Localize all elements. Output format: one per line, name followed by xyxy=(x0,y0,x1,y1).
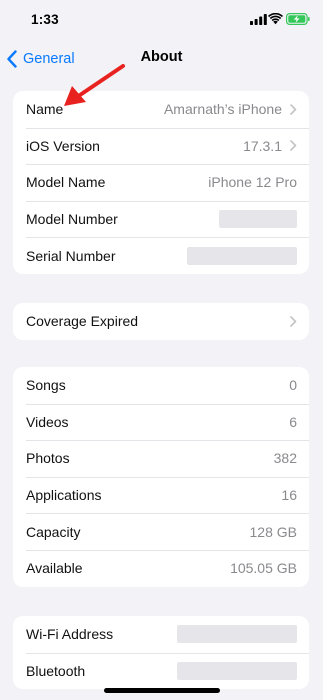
page-title: About xyxy=(140,49,183,65)
row-label: Model Name xyxy=(26,174,106,191)
row-value: 17.3.1 xyxy=(243,137,282,154)
row-label: Photos xyxy=(26,450,70,467)
battery-charging-icon xyxy=(286,13,310,25)
home-indicator[interactable] xyxy=(104,688,220,693)
wifi-icon xyxy=(268,13,283,25)
cellular-signal-icon xyxy=(250,14,267,25)
coverage-row[interactable]: Coverage Expired xyxy=(13,303,309,340)
row-label: Name xyxy=(26,101,64,118)
bluetooth-row: Bluetooth xyxy=(13,652,309,690)
row-value: iPhone 12 Pro xyxy=(208,174,297,191)
photos-row: Photos 382 xyxy=(13,440,309,477)
row-label: Songs xyxy=(26,377,66,394)
row-label: Applications xyxy=(26,487,102,504)
model-name-row: Model Name iPhone 12 Pro xyxy=(13,164,309,201)
row-label: Model Number xyxy=(26,211,118,228)
redacted-value xyxy=(177,625,297,644)
row-label: Capacity xyxy=(26,523,81,540)
row-label: iOS Version xyxy=(26,137,100,154)
row-label: Videos xyxy=(26,413,69,430)
row-value: 16 xyxy=(281,487,297,504)
redacted-value xyxy=(187,246,297,265)
row-value: 128 GB xyxy=(249,523,297,540)
screen: 1:33 General About Name Amarnath’s iPhon… xyxy=(0,0,323,700)
capacity-row: Capacity 128 GB xyxy=(13,513,309,550)
model-number-row[interactable]: Model Number xyxy=(13,200,309,238)
chevron-right-icon xyxy=(290,140,297,152)
ios-version-row[interactable]: iOS Version 17.3.1 xyxy=(13,127,309,165)
songs-row: Songs 0 xyxy=(13,367,309,404)
row-label: Coverage Expired xyxy=(26,313,139,330)
wifi-address-row: Wi-Fi Address xyxy=(13,616,309,653)
chevron-right-icon xyxy=(290,315,297,327)
coverage-group: Coverage Expired xyxy=(13,303,309,340)
row-label: Wi-Fi Address xyxy=(26,626,114,643)
row-value: 0 xyxy=(289,377,297,394)
chevron-right-icon xyxy=(290,103,297,115)
row-value: 382 xyxy=(273,450,297,467)
redacted-value xyxy=(219,210,297,229)
nav-bar: General About xyxy=(0,40,323,76)
status-bar: 1:33 xyxy=(0,0,323,40)
name-row[interactable]: Name Amarnath’s iPhone xyxy=(13,91,309,128)
redacted-value xyxy=(177,661,297,680)
serial-number-row: Serial Number xyxy=(13,237,309,274)
applications-row: Applications 16 xyxy=(13,476,309,514)
media-storage-group: Songs 0 Videos 6 Photos 382 Applications… xyxy=(13,367,309,587)
row-label: Bluetooth xyxy=(26,662,86,679)
row-value: 6 xyxy=(289,413,297,430)
row-value: 105.05 GB xyxy=(230,560,297,577)
row-label: Serial Number xyxy=(26,247,116,264)
device-info-group: Name Amarnath’s iPhone iOS Version 17.3.… xyxy=(13,91,309,274)
available-row: Available 105.05 GB xyxy=(13,549,309,587)
network-group: Wi-Fi Address Bluetooth xyxy=(13,616,309,690)
status-time: 1:33 xyxy=(31,12,59,27)
videos-row: Videos 6 xyxy=(13,403,309,441)
row-label: Available xyxy=(26,560,83,577)
row-value: Amarnath’s iPhone xyxy=(163,101,282,118)
